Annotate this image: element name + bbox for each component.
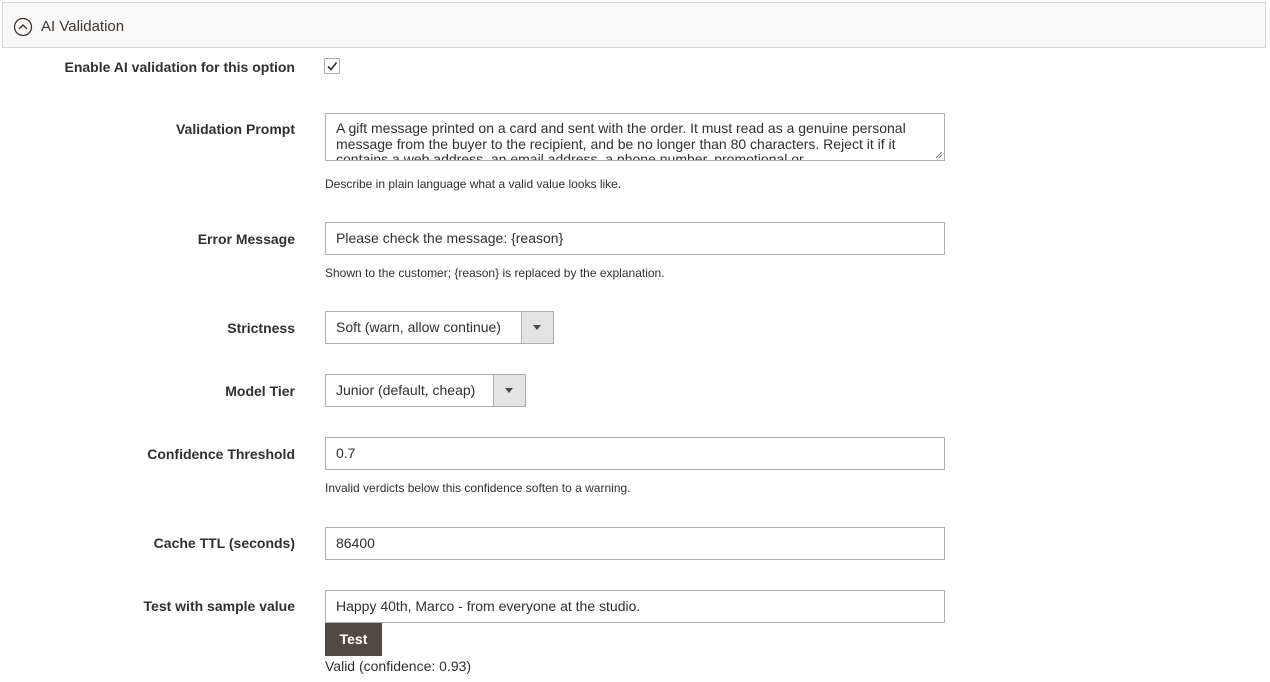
cache-ttl-label: Cache TTL (seconds) — [153, 535, 295, 551]
chevron-down-icon[interactable] — [521, 312, 553, 343]
model-tier-label: Model Tier — [225, 383, 295, 399]
strictness-select[interactable]: Soft (warn, allow continue) — [325, 311, 554, 344]
section-title: AI Validation — [41, 18, 125, 35]
model-tier-select[interactable]: Junior (default, cheap) — [325, 374, 526, 407]
test-sample-label: Test with sample value — [143, 598, 295, 614]
enable-label: Enable AI validation for this option — [64, 59, 296, 75]
test-button[interactable]: Test — [325, 623, 382, 656]
model-tier-selected-value: Junior (default, cheap) — [336, 382, 476, 398]
checkmark-icon — [327, 62, 338, 71]
test-result-text: Valid (confidence: 0.93) — [325, 658, 472, 674]
chevron-up-circle-icon[interactable] — [13, 17, 33, 37]
validation-prompt-text: A gift message printed on a card and sen… — [336, 120, 906, 161]
confidence-threshold-input[interactable]: 0.7 — [325, 437, 945, 470]
test-sample-input[interactable]: Happy 40th, Marco - from everyone at the… — [325, 590, 945, 623]
validation-prompt-textarea[interactable]: A gift message printed on a card and sen… — [325, 113, 945, 161]
strictness-label: Strictness — [227, 320, 295, 336]
enable-checkbox[interactable] — [324, 58, 340, 74]
strictness-selected-value: Soft (warn, allow continue) — [336, 319, 501, 335]
validation-prompt-label: Validation Prompt — [175, 121, 295, 137]
confidence-threshold-note: Invalid verdicts below this confidence s… — [325, 481, 631, 495]
cache-ttl-input[interactable]: 86400 — [325, 527, 945, 560]
resize-grip-icon[interactable] — [935, 151, 943, 159]
confidence-threshold-label: Confidence Threshold — [147, 446, 295, 462]
section-header-ai-validation[interactable]: AI Validation — [2, 2, 1266, 48]
error-message-label: Error Message — [197, 231, 295, 247]
validation-prompt-note: Describe in plain language what a valid … — [325, 177, 622, 191]
error-message-note: Shown to the customer; {reason} is repla… — [325, 266, 665, 280]
error-message-input[interactable]: Please check the message: {reason} — [325, 222, 945, 255]
chevron-down-icon[interactable] — [493, 375, 525, 406]
